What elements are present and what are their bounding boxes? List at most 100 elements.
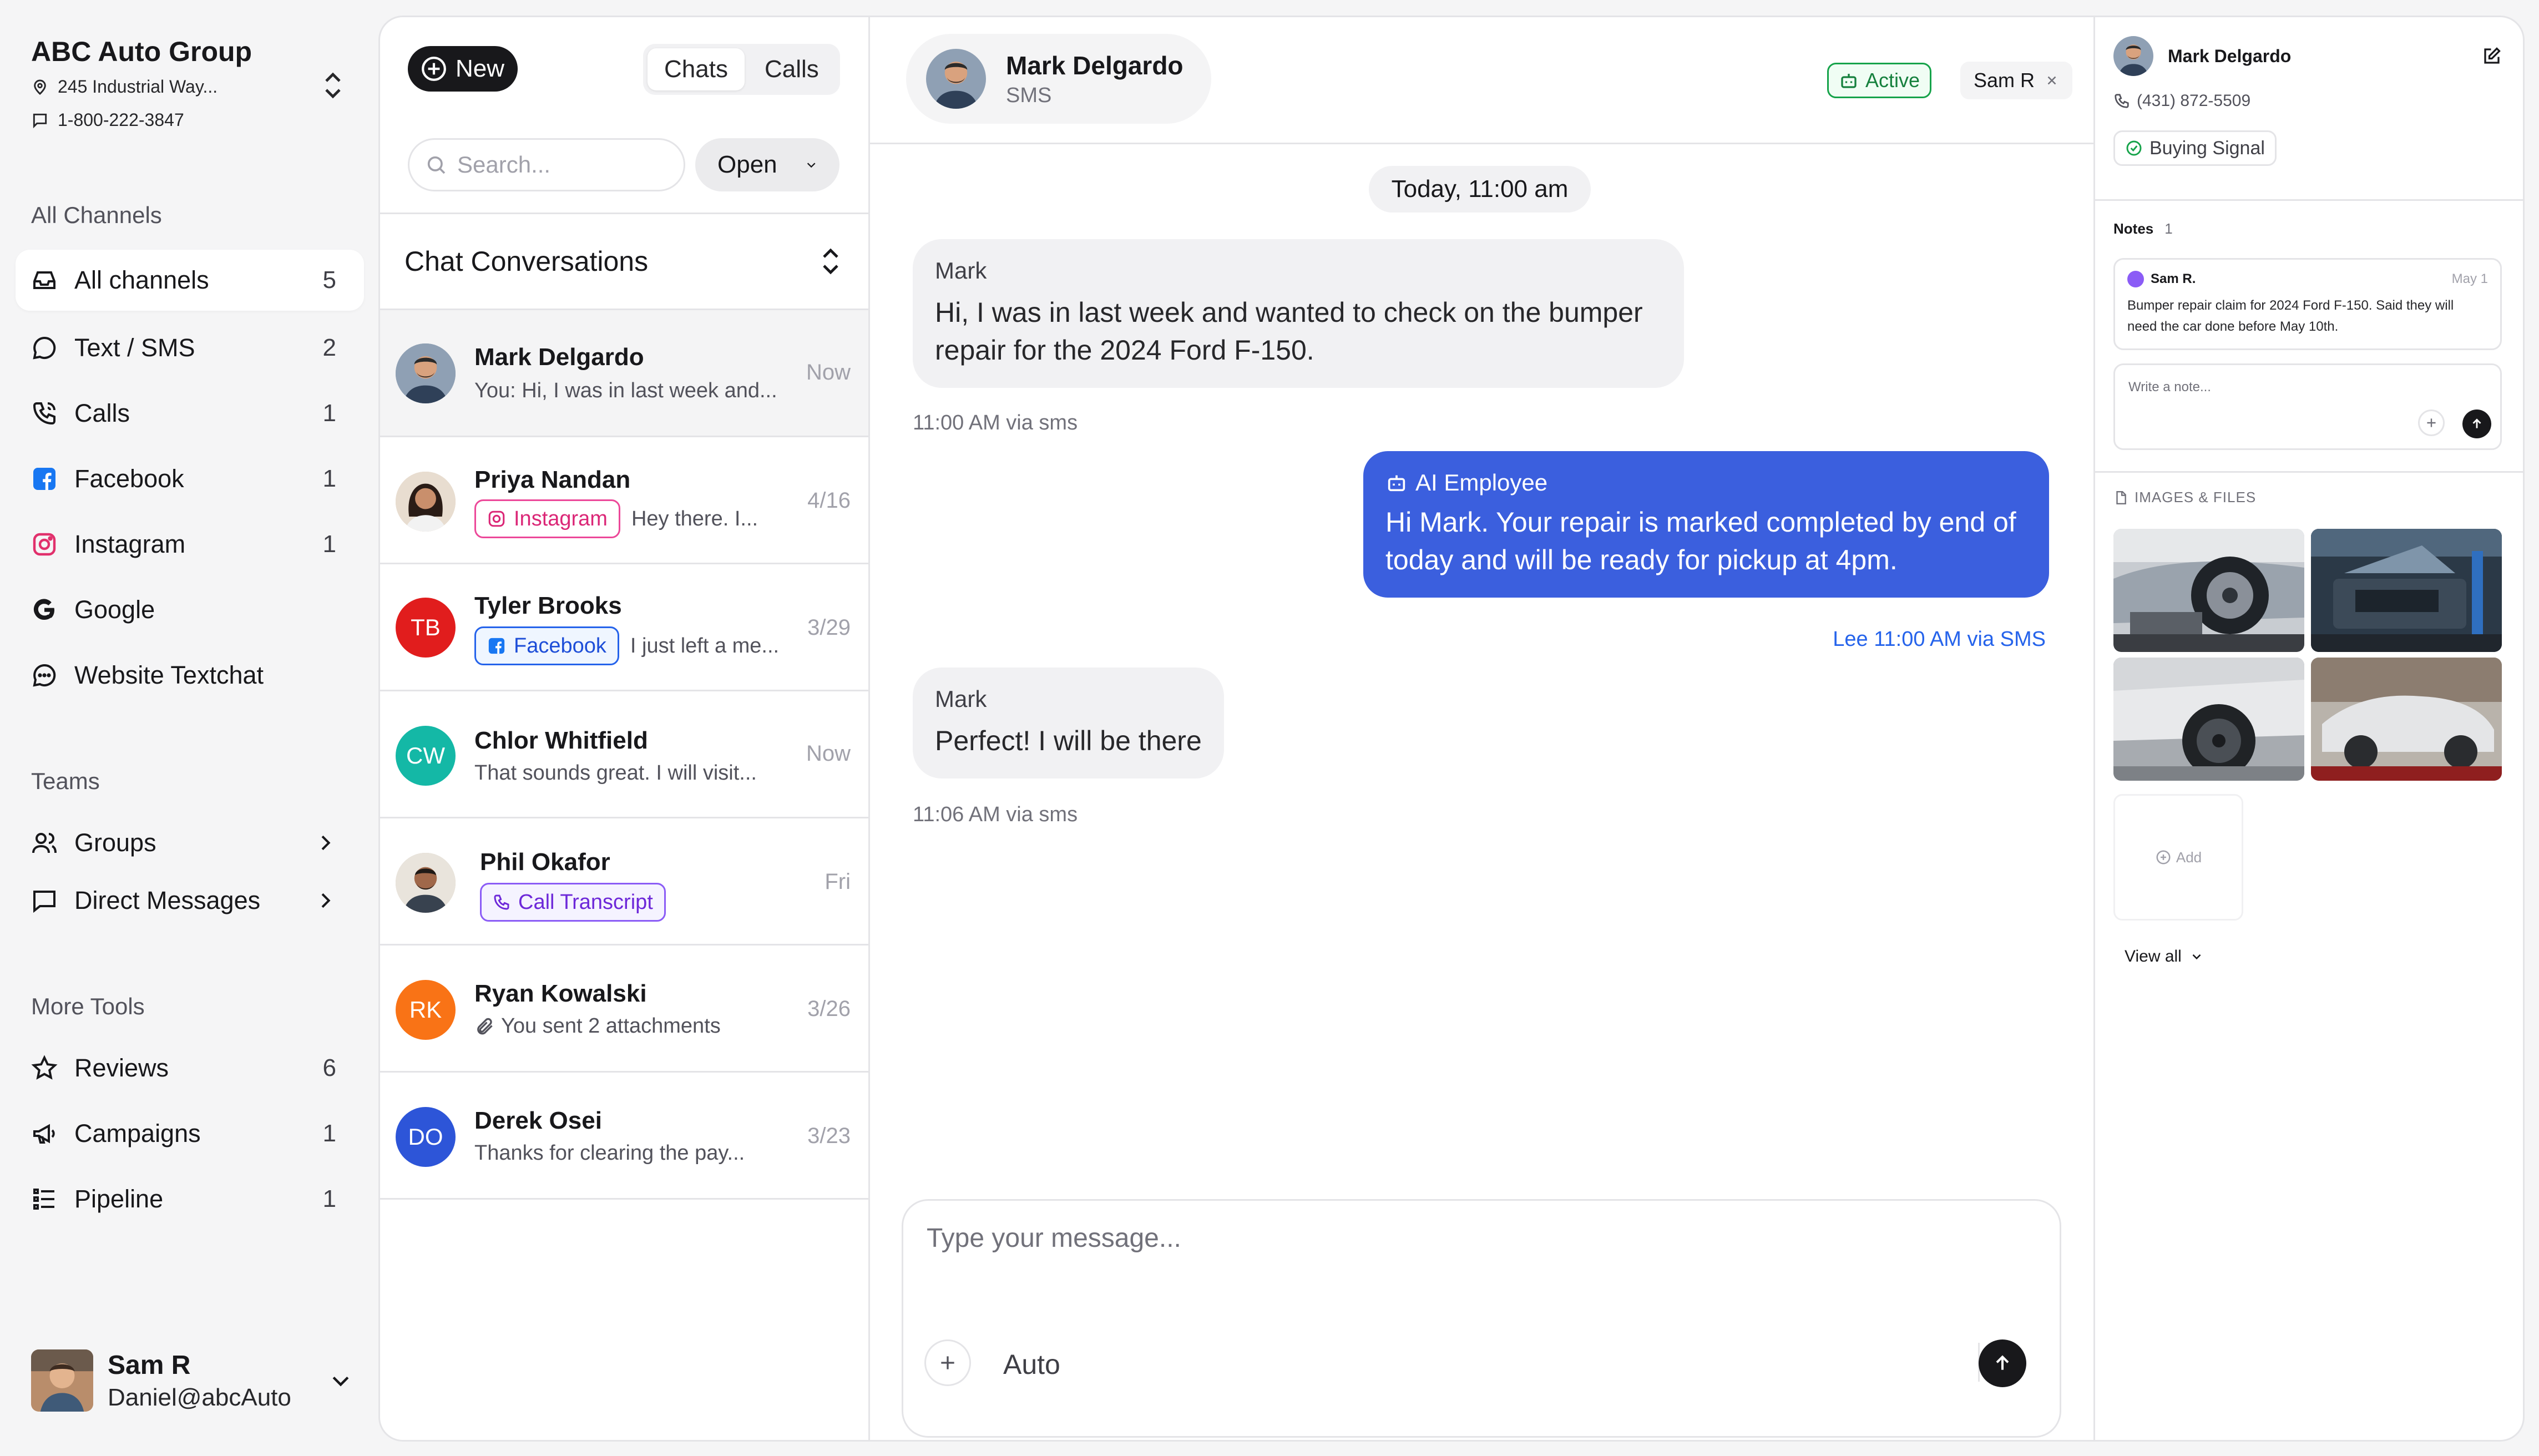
arrow-up-icon: [2472, 418, 2481, 428]
divider: [2093, 17, 2095, 1440]
sidebar-item-label: Direct Messages: [74, 886, 261, 914]
search-input[interactable]: Search...: [408, 138, 685, 191]
assignee-chip[interactable]: Sam R: [1960, 62, 2073, 99]
edit-icon[interactable]: [2482, 46, 2502, 66]
conversation-item[interactable]: Phil Okafor Call Transcript Fri: [380, 818, 868, 946]
avatar: RK: [396, 980, 456, 1040]
sidebar-item-label: All channels: [74, 266, 209, 294]
org-switcher-icon[interactable]: [322, 71, 344, 100]
chevron-right-icon: [321, 835, 331, 851]
sidebar-item-label: Pipeline: [74, 1185, 164, 1213]
message-text-line: repair for the 2024 Ford F-150.: [935, 335, 1314, 366]
phone-icon: [494, 894, 509, 910]
sidebar-item-google[interactable]: Google: [16, 579, 364, 640]
sidebar-item-groups[interactable]: Groups: [16, 812, 364, 873]
conversation-item[interactable]: Mark Delgardo You: Hi, I was in last wee…: [380, 310, 868, 437]
sidebar-item-count: 1: [322, 1120, 336, 1147]
avatar: [2127, 271, 2144, 287]
users-icon: [32, 833, 57, 853]
image-thumbnail[interactable]: [2113, 529, 2304, 652]
buying-signal-label: Buying Signal: [2149, 137, 2265, 159]
profile-header: Mark Delgardo: [2113, 36, 2502, 76]
conversation-preview-row: Facebook I just left a me...: [474, 626, 779, 665]
tab-chats[interactable]: Chats: [648, 48, 745, 90]
sidebar-item-campaigns[interactable]: Campaigns 1: [16, 1103, 364, 1164]
sidebar-item-instagram[interactable]: Instagram 1: [16, 514, 364, 575]
status-filter-value: Open: [717, 151, 777, 178]
notes-title: Notes: [2113, 220, 2154, 237]
google-icon: [33, 599, 54, 620]
note-send-button[interactable]: [2462, 410, 2491, 438]
image-thumbnail[interactable]: [2113, 658, 2304, 781]
note-input[interactable]: Write a note...: [2113, 363, 2502, 450]
status-filter-dropdown[interactable]: Open: [695, 138, 839, 191]
image-thumbnail[interactable]: [2311, 529, 2502, 652]
star-icon: [31, 1055, 58, 1080]
sidebar-item-label: Instagram: [74, 530, 186, 558]
send-button[interactable]: [1979, 1339, 2026, 1387]
divider: [2095, 471, 2523, 473]
status-badge[interactable]: Active: [1827, 63, 1932, 98]
org-phone-text: 1-800-222-3847: [58, 110, 184, 130]
sidebar-item-all-channels[interactable]: All channels 5: [16, 250, 364, 311]
note-attach-button[interactable]: [2418, 410, 2445, 436]
tools-heading: More Tools: [31, 993, 145, 1019]
conversation-item[interactable]: Priya Nandan Instagram Hey there. I... 4…: [380, 437, 868, 564]
sidebar-item-direct-messages[interactable]: Direct Messages: [16, 870, 364, 931]
user-menu[interactable]: Sam R Daniel@abcAuto: [31, 1349, 353, 1412]
sort-icon: [823, 248, 838, 275]
conversation-list-header[interactable]: Chat Conversations: [380, 213, 868, 310]
message-bubble-incoming: Mark Hi, I was in last week and wanted t…: [913, 239, 1684, 388]
sidebar-item-reviews[interactable]: Reviews 6: [16, 1038, 364, 1099]
chevron-down-icon: [332, 1376, 349, 1387]
instagram-icon: [488, 510, 505, 527]
tab-calls[interactable]: Calls: [748, 48, 836, 90]
message-sender: AI Employee: [1415, 469, 1548, 496]
add-file-button[interactable]: Add: [2113, 794, 2243, 921]
message-text-line: Perfect! I will be there: [935, 725, 1202, 756]
view-all-link[interactable]: View all: [2125, 947, 2204, 966]
message-composer[interactable]: Type your message... Auto: [902, 1199, 2061, 1438]
message-text-line: Hi, I was in last week and wanted to che…: [935, 297, 1643, 328]
close-icon[interactable]: [2045, 73, 2059, 88]
tag-label: Call Transcript: [518, 890, 653, 914]
sidebar-item-text-sms[interactable]: Text / SMS 2: [16, 317, 364, 378]
conversation-item[interactable]: DO Derek Osei Thanks for clearing the pa…: [380, 1073, 868, 1200]
conversation-item[interactable]: TB Tyler Brooks Facebook I just left a m…: [380, 564, 868, 691]
chat-contact-header[interactable]: Mark Delgardo SMS: [906, 34, 1211, 124]
conversation-item[interactable]: RK Ryan Kowalski You sent 2 attachments …: [380, 946, 868, 1073]
image-thumbnail[interactable]: [2311, 658, 2502, 781]
message-sender: Mark: [935, 257, 987, 284]
sidebar-item-pipeline[interactable]: Pipeline 1: [16, 1169, 364, 1230]
plus-icon: [2427, 418, 2436, 427]
sidebar-item-website-textchat[interactable]: Website Textchat: [16, 645, 364, 706]
file-icon: [2116, 491, 2126, 504]
profile-phone[interactable]: (431) 872-5509: [2113, 92, 2250, 110]
composer-placeholder: Type your message...: [927, 1224, 1181, 1253]
facebook-icon: [33, 468, 55, 490]
conversation-time: Now: [806, 360, 851, 385]
bot-icon: [1841, 74, 1857, 88]
chat-contact-name: Mark Delgardo: [1006, 50, 1183, 80]
avatar: DO: [396, 1107, 456, 1167]
avatar: [2113, 36, 2153, 76]
profile-name: Mark Delgardo: [2168, 46, 2292, 66]
sidebar-item-label: Text / SMS: [74, 333, 195, 362]
message-text-line: today and will be ready for pickup at 4p…: [1385, 544, 1898, 575]
reply-mode-selector[interactable]: Auto: [1003, 1348, 1060, 1381]
date-divider: Today, 11:00 am: [1369, 166, 1591, 213]
buying-signal-badge[interactable]: Buying Signal: [2113, 130, 2277, 166]
attach-button[interactable]: [924, 1339, 971, 1386]
sidebar-item-label: Google: [74, 595, 155, 624]
note-card[interactable]: Sam R. May 1 Bumper repair claim for 202…: [2113, 258, 2502, 350]
sidebar-item-calls[interactable]: Calls 1: [16, 383, 364, 444]
sidebar-item-count: 1: [322, 465, 336, 492]
conversation-item[interactable]: CW Chlor Whitfield That sounds great. I …: [380, 691, 868, 818]
note-header: Sam R. May 1: [2127, 271, 2488, 287]
note-text-line: need the car done before May 10th.: [2127, 319, 2339, 334]
new-conversation-button[interactable]: New: [408, 46, 518, 92]
org-address-text: 245 Industrial Way...: [58, 77, 218, 97]
sidebar-item-label: Website Textchat: [74, 661, 264, 689]
chats-calls-toggle: Chats Calls: [643, 44, 840, 95]
sidebar-item-facebook[interactable]: Facebook 1: [16, 448, 364, 509]
